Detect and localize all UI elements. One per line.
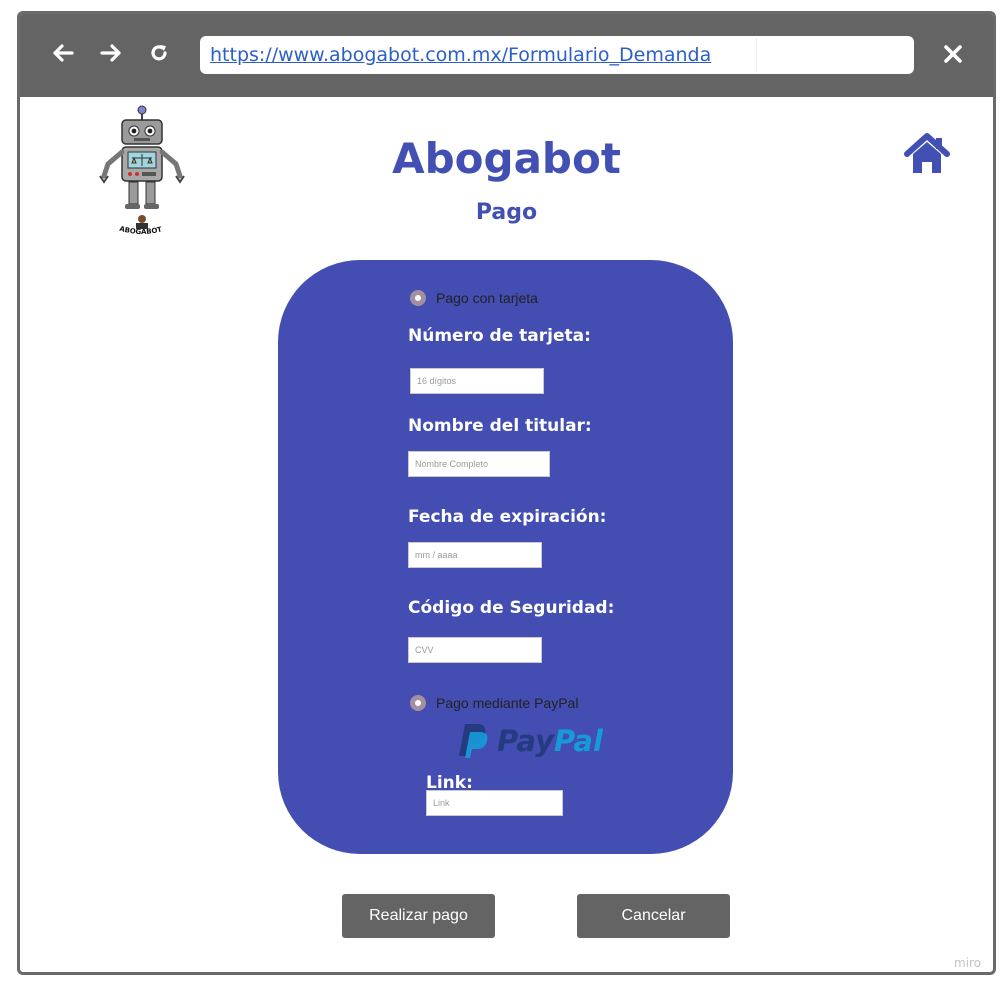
payment-form: Pago con tarjeta Número de tarjeta: Nomb… bbox=[278, 260, 733, 854]
card-payment-option[interactable]: Pago con tarjeta bbox=[410, 290, 538, 306]
home-icon[interactable] bbox=[903, 132, 951, 176]
paypal-payment-option[interactable]: Pago mediante PayPal bbox=[410, 695, 578, 711]
card-number-input[interactable] bbox=[410, 368, 544, 394]
expiry-label: Fecha de expiración: bbox=[408, 507, 607, 527]
close-icon[interactable] bbox=[938, 38, 968, 70]
link-input[interactable] bbox=[426, 790, 563, 816]
url-divider bbox=[756, 38, 757, 72]
address-bar[interactable]: https://www.abogabot.com.mx/Formulario_D… bbox=[200, 36, 914, 74]
cvv-label: Código de Seguridad: bbox=[408, 598, 615, 618]
url-text[interactable]: https://www.abogabot.com.mx/Formulario_D… bbox=[210, 44, 711, 66]
expiry-input[interactable] bbox=[408, 542, 542, 568]
cancel-button[interactable]: Cancelar bbox=[577, 894, 730, 938]
holder-name-input[interactable] bbox=[408, 451, 550, 477]
card-radio[interactable] bbox=[410, 290, 426, 306]
paypal-option-label: Pago mediante PayPal bbox=[436, 695, 579, 711]
page-title: Abogabot bbox=[392, 134, 621, 183]
paypal-logo: PayPal bbox=[459, 724, 604, 758]
holder-name-label: Nombre del titular: bbox=[408, 416, 592, 436]
arrow-right-icon[interactable] bbox=[96, 38, 126, 68]
browser-toolbar: https://www.abogabot.com.mx/Formulario_D… bbox=[20, 14, 993, 97]
arrow-left-icon[interactable] bbox=[48, 38, 78, 68]
svg-text:PayPal: PayPal bbox=[497, 724, 604, 758]
card-option-label: Pago con tarjeta bbox=[436, 290, 538, 306]
browser-window: https://www.abogabot.com.mx/Formulario_D… bbox=[17, 11, 996, 975]
page-subtitle: Pago bbox=[475, 200, 538, 225]
pay-button[interactable]: Realizar pago bbox=[342, 894, 495, 938]
paypal-radio[interactable] bbox=[410, 695, 426, 711]
cvv-input[interactable] bbox=[408, 637, 542, 663]
card-number-label: Número de tarjeta: bbox=[408, 326, 591, 346]
reload-icon[interactable] bbox=[144, 38, 174, 68]
miro-watermark: miro bbox=[954, 956, 982, 970]
